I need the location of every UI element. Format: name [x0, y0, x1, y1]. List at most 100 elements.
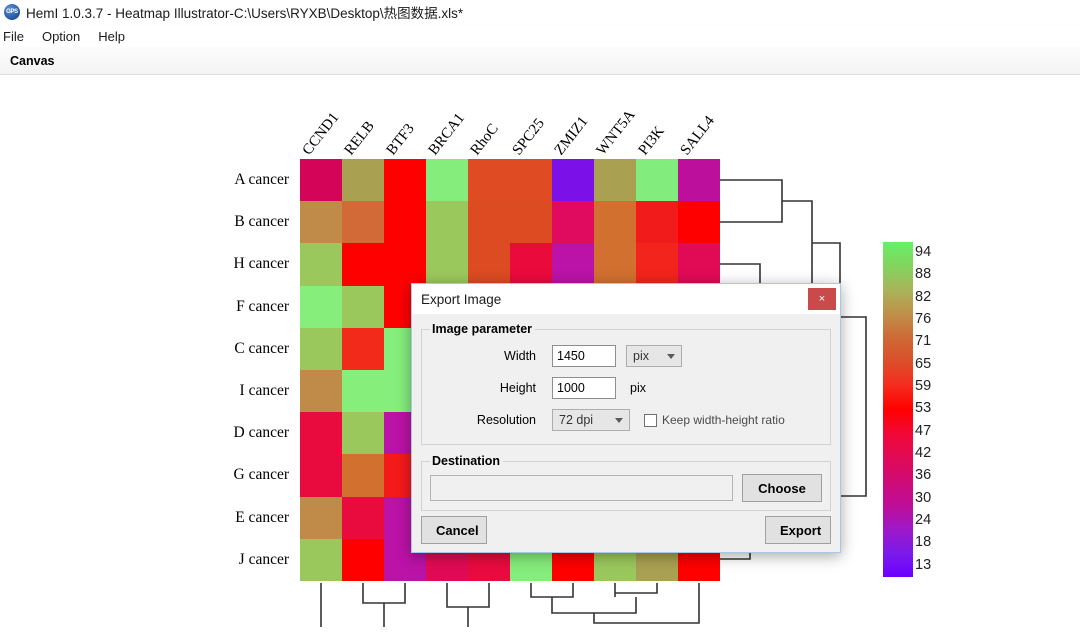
- heatmap-cell[interactable]: [300, 496, 342, 539]
- heatmap-cell[interactable]: [594, 201, 636, 244]
- width-label: Width: [504, 349, 536, 363]
- heatmap-cell[interactable]: [342, 454, 384, 497]
- destination-legend: Destination: [432, 454, 501, 468]
- heatmap-cell[interactable]: [342, 159, 384, 202]
- column-label-spc25: SPC25: [509, 115, 548, 159]
- heatmap-cell[interactable]: [342, 201, 384, 244]
- heatmap-cell[interactable]: [342, 412, 384, 455]
- legend-tick: 94: [915, 244, 932, 260]
- heatmap-cell[interactable]: [552, 201, 594, 244]
- window-title: HemI 1.0.3.7 - Heatmap Illustrator-C:\Us…: [26, 6, 464, 21]
- legend-tick: 71: [915, 333, 932, 350]
- heatmap-cell[interactable]: [510, 159, 552, 202]
- legend-tick: 18: [915, 534, 932, 551]
- heatmap-cell[interactable]: [636, 201, 678, 244]
- heatmap-cell[interactable]: [510, 201, 552, 244]
- heatmap-cell[interactable]: [384, 243, 426, 286]
- heatmap-cell[interactable]: [300, 327, 342, 370]
- heatmap-cell[interactable]: [342, 285, 384, 328]
- heatmap-cell[interactable]: [342, 327, 384, 370]
- heatmap-cell[interactable]: [678, 201, 720, 244]
- heatmap-cell[interactable]: [468, 243, 510, 286]
- dialog-body: Image parameter Width pix Height pix Res…: [412, 315, 840, 553]
- dialog-title: Export Image: [421, 291, 502, 307]
- column-label-rhoc: RhoC: [467, 120, 502, 159]
- heatmap-cell[interactable]: [636, 159, 678, 202]
- choose-button[interactable]: Choose: [742, 474, 822, 502]
- heatmap-cell[interactable]: [678, 243, 720, 286]
- heatmap-cell[interactable]: [468, 159, 510, 202]
- canvas-tab-strip: Canvas: [0, 47, 1080, 75]
- heatmap-cell[interactable]: [552, 243, 594, 286]
- color-legend: 94 88 82 76 71 65 59 53 47 42 36 30 24 18 13: [883, 242, 945, 577]
- cancel-button[interactable]: Cancel: [421, 516, 487, 544]
- color-legend-bar: [883, 242, 913, 577]
- title-bar: GPS HemI 1.0.3.7 - Heatmap Illustrator-C…: [0, 0, 1080, 25]
- destination-group: Destination Choose: [421, 454, 831, 511]
- heatmap-cell[interactable]: [426, 243, 468, 286]
- column-label-wnt5a: WNT5A: [593, 107, 639, 159]
- keep-ratio-checkbox-wrap[interactable]: Keep width-height ratio: [644, 413, 785, 427]
- heatmap-cell[interactable]: [468, 201, 510, 244]
- heatmap-cell[interactable]: [342, 538, 384, 581]
- heatmap-cell[interactable]: [594, 243, 636, 286]
- heatmap-cell[interactable]: [342, 243, 384, 286]
- heatmap-cell[interactable]: [300, 285, 342, 328]
- heatmap-cell[interactable]: [300, 243, 342, 286]
- dialog-footer: Cancel Export: [421, 516, 831, 544]
- tab-canvas[interactable]: Canvas: [0, 54, 54, 68]
- resolution-select[interactable]: 72 dpi: [552, 409, 630, 431]
- image-parameter-group: Image parameter Width pix Height pix Res…: [421, 322, 831, 445]
- image-parameter-legend: Image parameter: [432, 322, 533, 336]
- column-label-brca1: BRCA1: [425, 110, 468, 159]
- menu-item-file[interactable]: File: [0, 28, 33, 45]
- height-row: Height pix: [430, 372, 822, 404]
- heatmap-cell[interactable]: [552, 159, 594, 202]
- heatmap-cell[interactable]: [300, 370, 342, 413]
- heatmap-cell[interactable]: [300, 454, 342, 497]
- heatmap-cell[interactable]: [384, 159, 426, 202]
- export-image-dialog[interactable]: Export Image × Image parameter Width pix…: [411, 283, 841, 553]
- row-label-d-cancer: D cancer: [233, 424, 290, 442]
- heatmap-cell[interactable]: [300, 538, 342, 581]
- width-input[interactable]: [552, 345, 616, 367]
- close-icon[interactable]: ×: [808, 288, 836, 310]
- heatmap-cell[interactable]: [636, 243, 678, 286]
- destination-path-input[interactable]: [430, 475, 733, 501]
- height-unit-label: pix: [630, 381, 646, 395]
- heatmap-cell[interactable]: [342, 370, 384, 413]
- column-label-ccnd1: CCND1: [299, 109, 343, 159]
- heatmap-cell[interactable]: [678, 159, 720, 202]
- heatmap-cell[interactable]: [300, 412, 342, 455]
- row-label-g-cancer: G cancer: [233, 466, 290, 484]
- legend-tick: 36: [915, 467, 932, 484]
- heatmap-cell[interactable]: [426, 159, 468, 202]
- menu-item-option[interactable]: Option: [33, 28, 89, 45]
- row-label-j-cancer: J cancer: [238, 550, 289, 568]
- heatmap-cell[interactable]: [300, 201, 342, 244]
- column-label-btf3: BTF3: [383, 120, 418, 159]
- heatmap-cell[interactable]: [510, 243, 552, 286]
- height-input[interactable]: [552, 377, 616, 399]
- row-label-b-cancer: B cancer: [234, 213, 289, 231]
- heatmap-cell[interactable]: [384, 201, 426, 244]
- heatmap-cell[interactable]: [300, 159, 342, 202]
- heatmap-cell[interactable]: [594, 159, 636, 202]
- export-button[interactable]: Export: [765, 516, 831, 544]
- keep-ratio-checkbox[interactable]: [644, 413, 657, 427]
- heatmap-row-labels: A cancer B cancer H cancer F cancer C cancer…: [158, 159, 298, 581]
- heatmap-cell[interactable]: [342, 496, 384, 539]
- keep-ratio-label: Keep width-height ratio: [662, 413, 785, 427]
- column-label-pi3k: PI3K: [635, 123, 668, 159]
- column-dendrogram: [300, 581, 720, 631]
- chevron-down-icon: [667, 354, 675, 359]
- legend-tick: 82: [915, 288, 932, 305]
- legend-tick: 59: [915, 378, 932, 394]
- width-unit-select[interactable]: pix: [626, 345, 682, 367]
- resolution-value: 72 dpi: [559, 413, 594, 427]
- row-label-f-cancer: F cancer: [236, 297, 289, 315]
- menu-item-help[interactable]: Help: [89, 28, 134, 45]
- heatmap-cell[interactable]: [426, 201, 468, 244]
- dialog-title-bar: Export Image ×: [412, 284, 840, 315]
- height-label: Height: [499, 381, 536, 395]
